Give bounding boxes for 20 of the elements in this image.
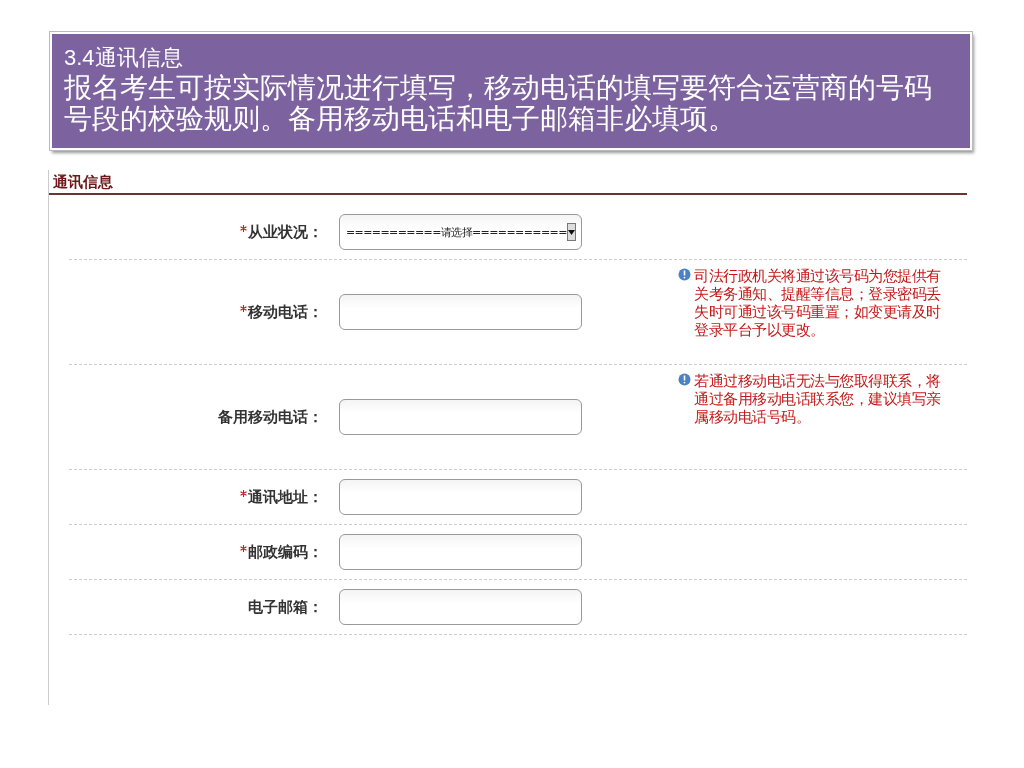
field-label: 邮政编码： xyxy=(248,542,323,562)
field-label: 移动电话： xyxy=(248,302,323,322)
input-field[interactable] xyxy=(339,399,582,435)
info-icon xyxy=(678,373,691,386)
banner-text: 号段的校验规则。备用移动电话和电子邮箱非必填项。 xyxy=(64,103,737,134)
section-heading: 通讯信息 xyxy=(52,172,114,193)
input-field[interactable] xyxy=(339,534,582,570)
input-field[interactable] xyxy=(339,589,582,625)
hint-text: 司法行政机关将通过该号码为您提供有关考务通知、提醒等信息；登录密码丢失时可通过该号码重置；如变更请及时登录平台予以更改。 xyxy=(694,267,942,339)
field-label: 电子邮箱： xyxy=(248,597,323,617)
input-field[interactable] xyxy=(339,294,582,330)
input-field[interactable] xyxy=(339,479,582,515)
hint-text: 若通过移动电话无法与您取得联系，将通过备用移动电话联系您，建议填写亲属移动电话号码。 xyxy=(694,372,942,426)
select-field[interactable]: ===========请选择=========== xyxy=(339,214,582,250)
info-icon xyxy=(678,268,691,281)
field-label: 从业状况： xyxy=(248,222,323,242)
banner-title: 3.4通讯信息 xyxy=(64,44,184,72)
field-label: 备用移动电话： xyxy=(218,407,323,427)
banner-text: 报名考生可按实际情况进行填写，移动电话的填写要符合运营商的号码 xyxy=(64,72,933,103)
field-label: 通讯地址： xyxy=(248,487,323,507)
